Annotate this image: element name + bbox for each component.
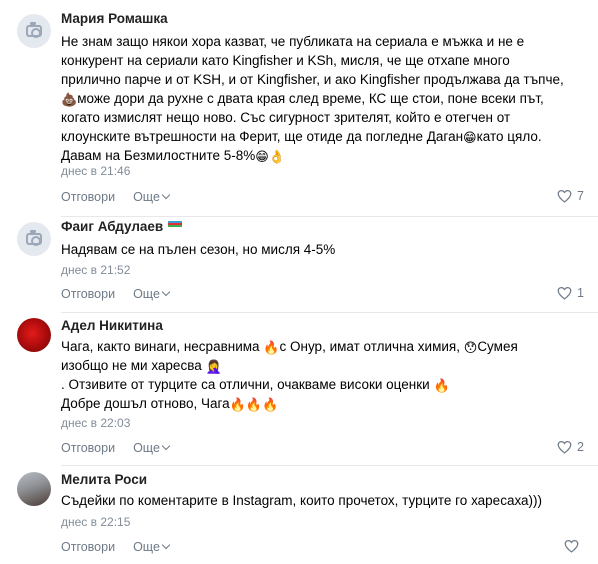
grinning-emoji-icon: 😁 <box>463 130 477 145</box>
camera-icon <box>26 22 42 38</box>
comment-actions: Отговори Още <box>61 441 171 455</box>
divider <box>61 465 598 466</box>
divider <box>61 312 598 313</box>
chevron-down-icon <box>161 540 171 550</box>
comment-date[interactable]: днес в 21:46 <box>61 164 130 178</box>
fire-emoji-icon: 🔥 <box>263 340 280 355</box>
more-button[interactable]: Още <box>133 287 171 301</box>
more-button[interactable]: Още <box>133 540 171 554</box>
chevron-down-icon <box>161 190 171 200</box>
reply-button[interactable]: Отговори <box>61 190 115 204</box>
comment-text: Не знам защо някои хора казват, че публи… <box>61 34 564 164</box>
fire-emoji-icon: 🔥 <box>433 378 450 393</box>
heart-icon <box>557 440 572 454</box>
comment-text: Надявам се на пълен сезон, но мисля 4-5% <box>61 242 336 257</box>
comment-date[interactable]: днес в 21:52 <box>61 263 130 277</box>
avatar[interactable] <box>17 472 51 506</box>
comment-author[interactable]: Мария Ромашка <box>61 11 168 26</box>
comment-text: Съдейки по коментарите в Instagram, коит… <box>61 493 543 508</box>
like-count: 2 <box>577 440 584 454</box>
hushed-face-emoji-icon: 😯 <box>463 340 478 355</box>
avatar[interactable] <box>17 222 51 256</box>
chevron-down-icon <box>161 287 171 297</box>
like-button[interactable] <box>564 539 584 553</box>
comment-text: Чага, както винаги, несравнима 🔥с Онур, … <box>61 339 518 412</box>
reply-button[interactable]: Отговори <box>61 441 115 455</box>
like-count: 7 <box>577 189 584 203</box>
fire-emoji-icon: 🔥🔥🔥 <box>229 397 279 412</box>
poop-emoji-icon: 💩 <box>61 92 78 107</box>
more-button[interactable]: Още <box>133 441 171 455</box>
comment-date[interactable]: днес в 22:15 <box>61 515 130 529</box>
avatar[interactable] <box>17 14 51 48</box>
camera-icon <box>26 230 42 246</box>
heart-icon <box>557 286 572 300</box>
comment-author[interactable]: Фаиг Абдулаев <box>61 219 183 234</box>
like-button[interactable]: 2 <box>557 440 584 454</box>
divider <box>61 216 598 217</box>
comment-author[interactable]: Адел Никитина <box>61 318 163 333</box>
facepalm-emoji-icon: 🤦‍♀️ <box>205 359 222 374</box>
chevron-down-icon <box>161 441 171 451</box>
ok-hand-emoji-icon: 👌 <box>268 149 286 164</box>
reply-button[interactable]: Отговори <box>61 287 115 301</box>
heart-icon <box>564 539 579 553</box>
heart-icon <box>557 189 572 203</box>
comment-actions: Отговори Още <box>61 287 171 301</box>
avatar[interactable] <box>17 318 51 352</box>
azerbaijan-flag-icon <box>168 220 183 227</box>
comment-author[interactable]: Мелита Роси <box>61 472 147 487</box>
like-count: 1 <box>577 286 584 300</box>
comment-actions: Отговори Още <box>61 190 171 204</box>
grinning-emoji-icon: 😁 <box>255 149 269 164</box>
reply-button[interactable]: Отговори <box>61 540 115 554</box>
comment-date[interactable]: днес в 22:03 <box>61 416 130 430</box>
more-button[interactable]: Още <box>133 190 171 204</box>
comment-actions: Отговори Още <box>61 540 171 554</box>
like-button[interactable]: 1 <box>557 286 584 300</box>
like-button[interactable]: 7 <box>557 189 584 203</box>
